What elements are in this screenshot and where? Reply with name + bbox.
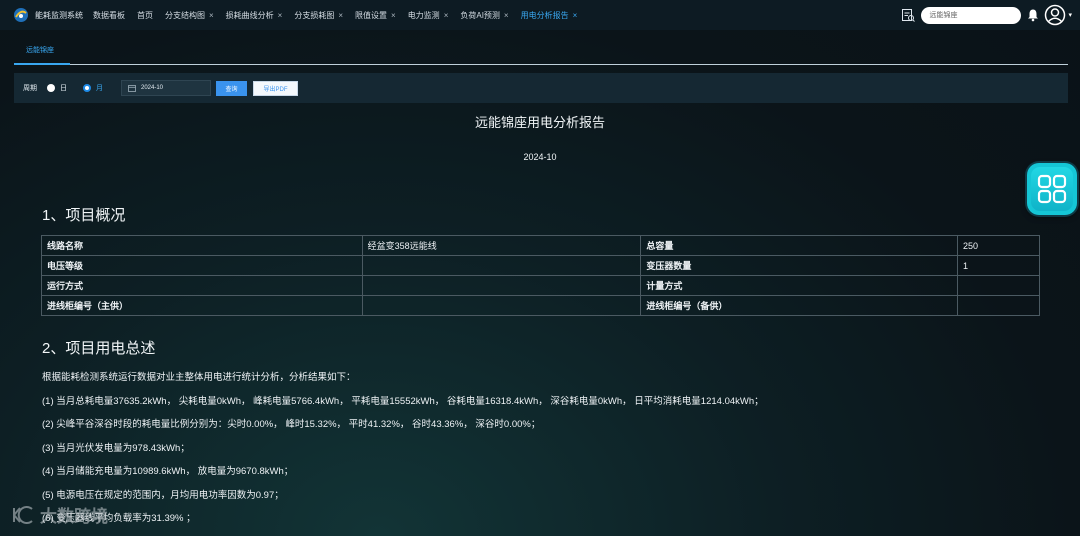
nav-item-branch-loss[interactable]: 分支损耗图 ×: [294, 10, 343, 21]
table-cell: [957, 295, 1040, 316]
radio-day[interactable]: 日: [47, 83, 67, 93]
chevron-down-icon[interactable]: ▾: [1068, 11, 1072, 19]
nav-item-loss-curve[interactable]: 损耗曲线分析 ×: [226, 10, 283, 21]
search-input[interactable]: [921, 6, 1022, 24]
month-picker[interactable]: 2024-10: [121, 80, 211, 96]
export-pdf-button[interactable]: 导出PDF: [253, 80, 298, 96]
app-title: 能耗监测系统: [35, 10, 83, 20]
report-paragraph: (4) 当月储能充电量为10989.6kWh， 放电量为9670.8kWh；: [42, 466, 294, 477]
close-tab-icon[interactable]: ×: [444, 11, 449, 20]
tab-yuanneng[interactable]: 远能锦座: [26, 45, 54, 55]
table-cell: 1: [957, 255, 1040, 276]
table-cell: [957, 275, 1040, 296]
app-logo-icon: [13, 7, 29, 23]
radio-selected-icon[interactable]: [83, 84, 91, 92]
table-cell: 进线柜编号（备供）: [640, 295, 959, 316]
close-tab-icon[interactable]: ×: [391, 11, 396, 20]
table-cell: 总容量: [640, 235, 959, 256]
table-cell: 电压等级: [41, 255, 363, 276]
table-row: 进线柜编号（主供） 进线柜编号（备供）: [41, 295, 1040, 316]
query-button[interactable]: 查询: [216, 80, 247, 96]
table-cell: 250: [957, 235, 1040, 256]
calendar-icon: [128, 85, 136, 92]
table-cell: 经盆变358远能线: [361, 235, 642, 256]
report-paragraph: (3) 当月光伏发电量为978.43kWh；: [42, 443, 190, 454]
table-cell: 变压器数量: [640, 255, 959, 276]
close-tab-icon[interactable]: ×: [278, 11, 283, 20]
table-cell: 运行方式: [41, 275, 363, 296]
nav-item-power-monitor[interactable]: 电力监测 ×: [408, 10, 449, 21]
report-paragraph: 根据能耗检测系统运行数据对业主整体用电进行统计分析，分析结果如下：: [42, 372, 356, 383]
radio-month[interactable]: 月: [83, 83, 103, 93]
close-tab-icon[interactable]: ×: [209, 11, 214, 20]
report-paragraph: (5) 电源电压在规定的范围内，月均用电功率因数为0.97；: [42, 490, 284, 501]
close-tab-icon[interactable]: ×: [504, 11, 509, 20]
report-paragraph: (2) 尖峰平谷深谷时段的耗电量比例分别为：尖时0.00%， 峰时15.32%，…: [42, 419, 541, 430]
grid-icon: [1037, 174, 1067, 204]
table-cell: [361, 255, 642, 276]
table-row: 电压等级 变压器数量 1: [41, 255, 1040, 276]
project-overview-table: 线路名称 经盆变358远能线 总容量 250 电压等级 变压器数量 1 运行方式…: [41, 235, 1040, 316]
radio-circle-icon[interactable]: [47, 84, 55, 92]
watermark: 大数跨境: [10, 502, 108, 527]
report-paragraph: (1) 当月总耗电量37635.2kWh， 尖耗电量0kWh， 峰耗电量5766…: [42, 396, 764, 407]
table-cell: [361, 295, 642, 316]
nav-item-home[interactable]: 首页: [137, 10, 153, 21]
table-cell: 进线柜编号（主供）: [41, 295, 363, 316]
sub-tab-bar: 远能锦座: [14, 38, 1068, 65]
period-label: 周期: [23, 85, 37, 92]
watermark-logo-icon: [13, 505, 33, 524]
active-tab-indicator: [14, 63, 70, 65]
floating-menu-button[interactable]: [1027, 163, 1077, 215]
table-cell: 线路名称: [41, 235, 363, 256]
nav-item-limit-settings[interactable]: 限值设置 ×: [355, 10, 396, 21]
nav-item-branch-structure[interactable]: 分支结构图 ×: [165, 10, 214, 21]
table-cell: 计量方式: [640, 275, 959, 296]
watermark-text: 大数跨境: [40, 507, 108, 526]
close-tab-icon[interactable]: ×: [573, 11, 578, 20]
report-title: 远能锦座用电分析报告: [474, 115, 605, 130]
radio-day-label: 日: [60, 85, 67, 92]
table-row: 运行方式 计量方式: [41, 275, 1040, 296]
top-nav-bar: 能耗监测系统 数据看板 首页 分支结构图 × 损耗曲线分析 × 分支损耗图 × 限值设…: [0, 0, 1080, 30]
radio-month-label: 月: [96, 85, 103, 92]
nav-item-dashboard[interactable]: 数据看板: [93, 10, 125, 21]
nav-item-power-report[interactable]: 用电分析报告 ×: [521, 10, 578, 21]
filter-bar: 周期 日 月 2024-10 查询 导出PDF: [14, 73, 1068, 103]
table-row: 线路名称 经盆变358远能线 总容量 250: [41, 235, 1040, 256]
nav-item-load-ai[interactable]: 负荷AI预测 ×: [460, 10, 508, 21]
table-cell: [361, 275, 642, 296]
bell-icon[interactable]: [1026, 8, 1040, 22]
month-picker-value: 2024-10: [141, 85, 164, 91]
section-usage-title: 2、项目用电总述: [42, 340, 156, 357]
avatar-icon[interactable]: [1044, 4, 1066, 26]
section-overview-title: 1、项目概况: [42, 207, 126, 224]
report-date: 2024-10: [523, 152, 557, 162]
report-icon[interactable]: [901, 8, 916, 22]
close-tab-icon[interactable]: ×: [338, 11, 343, 20]
